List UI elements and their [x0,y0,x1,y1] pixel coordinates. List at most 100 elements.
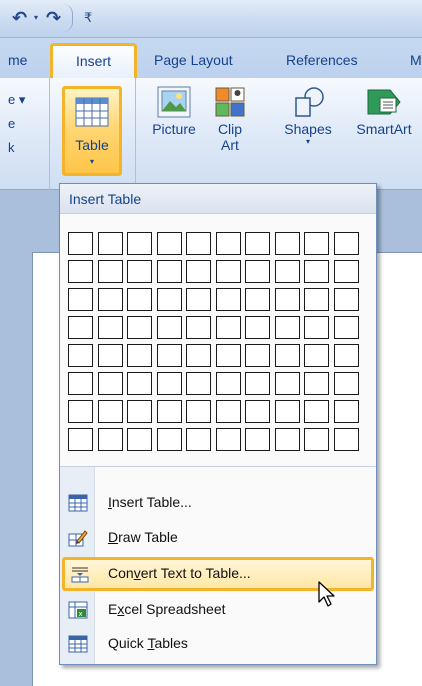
menu-item-insert-table[interactable]: Insert Table... [60,486,376,520]
grid-cell[interactable] [245,316,270,339]
grid-cell[interactable] [334,344,359,367]
grid-cell[interactable] [127,288,152,311]
grid-cell[interactable] [275,372,300,395]
menu-item-quick-tables[interactable]: Quick Tables [60,627,376,661]
grid-cell[interactable] [275,428,300,451]
grid-cell[interactable] [304,260,329,283]
grid-cell[interactable] [245,428,270,451]
clip-art-button[interactable]: Clip Art [208,86,252,153]
grid-cell[interactable] [245,344,270,367]
grid-cell[interactable] [98,400,123,423]
grid-cell[interactable] [157,344,182,367]
grid-cell[interactable] [98,372,123,395]
grid-cell[interactable] [304,372,329,395]
grid-cell[interactable] [216,400,241,423]
grid-cell[interactable] [245,288,270,311]
pages-group-item[interactable]: e ▾ [8,92,25,108]
table-button[interactable]: Table ▾ [62,86,122,176]
grid-cell[interactable] [216,232,241,255]
grid-cell[interactable] [68,372,93,395]
tab-mailings[interactable]: M [410,52,422,68]
grid-cell[interactable] [157,316,182,339]
grid-cell[interactable] [68,344,93,367]
smartart-button[interactable]: SmartArt [348,86,420,137]
grid-cell[interactable] [186,400,211,423]
undo-dropdown-icon[interactable]: ▾ [34,13,38,22]
grid-cell[interactable] [245,232,270,255]
grid-cell[interactable] [186,372,211,395]
grid-cell[interactable] [275,232,300,255]
grid-cell[interactable] [304,288,329,311]
grid-cell[interactable] [127,400,152,423]
grid-cell[interactable] [98,344,123,367]
grid-cell[interactable] [275,344,300,367]
grid-cell[interactable] [334,260,359,283]
grid-cell[interactable] [157,232,182,255]
grid-cell[interactable] [245,400,270,423]
grid-cell[interactable] [127,344,152,367]
grid-cell[interactable] [68,260,93,283]
menu-item-draw-table[interactable]: Draw Table [60,521,376,555]
grid-cell[interactable] [334,288,359,311]
grid-cell[interactable] [186,232,211,255]
grid-cell[interactable] [127,232,152,255]
table-size-grid[interactable] [68,232,365,455]
grid-cell[interactable] [216,344,241,367]
grid-cell[interactable] [68,400,93,423]
grid-cell[interactable] [304,428,329,451]
grid-cell[interactable] [98,288,123,311]
grid-cell[interactable] [186,288,211,311]
grid-cell[interactable] [334,400,359,423]
grid-cell[interactable] [216,372,241,395]
grid-cell[interactable] [216,428,241,451]
grid-cell[interactable] [127,260,152,283]
tab-references[interactable]: References [286,52,358,68]
grid-cell[interactable] [275,316,300,339]
grid-cell[interactable] [157,288,182,311]
grid-cell[interactable] [275,288,300,311]
undo-icon[interactable]: ↶ [12,8,27,29]
tab-insert[interactable]: Insert [50,43,137,78]
grid-cell[interactable] [245,372,270,395]
grid-cell[interactable] [186,428,211,451]
shapes-button[interactable]: Shapes ▾ [280,86,336,146]
grid-cell[interactable] [304,344,329,367]
picture-button[interactable]: Picture [146,86,202,137]
tab-home[interactable]: me [8,52,27,68]
grid-cell[interactable] [334,428,359,451]
grid-cell[interactable] [68,316,93,339]
grid-cell[interactable] [68,428,93,451]
grid-cell[interactable] [304,232,329,255]
grid-cell[interactable] [334,316,359,339]
grid-cell[interactable] [98,232,123,255]
grid-cell[interactable] [186,316,211,339]
grid-cell[interactable] [304,400,329,423]
grid-cell[interactable] [127,428,152,451]
grid-cell[interactable] [216,316,241,339]
grid-cell[interactable] [157,372,182,395]
grid-cell[interactable] [186,260,211,283]
grid-cell[interactable] [216,260,241,283]
grid-cell[interactable] [98,428,123,451]
grid-cell[interactable] [304,316,329,339]
grid-cell[interactable] [98,316,123,339]
grid-cell[interactable] [186,344,211,367]
grid-cell[interactable] [98,260,123,283]
grid-cell[interactable] [157,428,182,451]
grid-cell[interactable] [127,372,152,395]
grid-cell[interactable] [157,400,182,423]
grid-cell[interactable] [275,400,300,423]
grid-cell[interactable] [127,316,152,339]
tab-page-layout[interactable]: Page Layout [154,52,233,68]
pages-group-item[interactable]: k [8,140,15,155]
grid-cell[interactable] [334,232,359,255]
customize-toolbar-icon[interactable]: ₹ [84,10,92,26]
grid-cell[interactable] [334,372,359,395]
redo-icon[interactable]: ↷ [46,8,61,29]
grid-cell[interactable] [68,288,93,311]
pages-group-item[interactable]: e [8,116,15,131]
grid-cell[interactable] [68,232,93,255]
grid-cell[interactable] [157,260,182,283]
grid-cell[interactable] [245,260,270,283]
grid-cell[interactable] [275,260,300,283]
